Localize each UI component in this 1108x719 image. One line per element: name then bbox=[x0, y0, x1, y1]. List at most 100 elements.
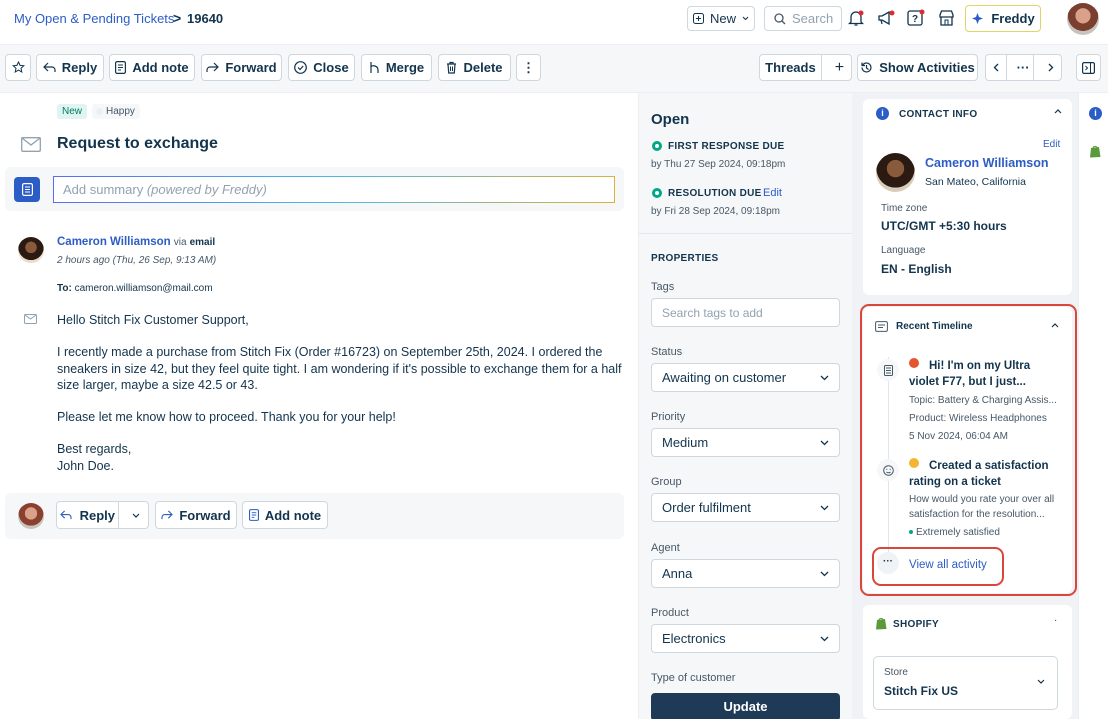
contact-name[interactable]: Cameron Williamson bbox=[925, 156, 1049, 170]
add-note-button[interactable]: Add note bbox=[109, 54, 195, 81]
reply-bar-reply-button[interactable]: Reply bbox=[57, 502, 119, 528]
message-signature: John Doe. bbox=[57, 458, 114, 473]
shopify-collapse-dot[interactable]: · bbox=[1054, 615, 1057, 626]
breadcrumb-link[interactable]: My Open & Pending Tickets bbox=[14, 11, 174, 26]
user-avatar[interactable] bbox=[1067, 3, 1099, 35]
product-select[interactable]: Electronics bbox=[651, 624, 840, 653]
status-select[interactable]: Awaiting on customer bbox=[651, 363, 840, 392]
message-closing: Best regards, bbox=[57, 442, 132, 457]
store-value: Stitch Fix US bbox=[884, 684, 959, 698]
agent-value: Anna bbox=[662, 566, 693, 581]
show-activities-button[interactable]: Show Activities bbox=[857, 54, 978, 81]
add-thread-button[interactable]: + bbox=[828, 59, 851, 77]
message-line: sneakers in size 42, but they feel quite… bbox=[57, 361, 622, 376]
reply-button[interactable]: Reply bbox=[36, 54, 104, 81]
marketplace-icon[interactable] bbox=[938, 10, 955, 26]
resolution-status-icon bbox=[652, 188, 662, 198]
chevron-down-icon bbox=[132, 513, 140, 518]
contact-location: San Mateo, California bbox=[925, 176, 1026, 188]
contact-edit-link[interactable]: Edit bbox=[1043, 139, 1060, 150]
next-ticket-button[interactable] bbox=[1040, 63, 1061, 72]
group-field-label: Group bbox=[651, 476, 682, 488]
message-time: 2 hours ago (Thu, 26 Sep, 9:13 AM) bbox=[57, 255, 217, 266]
agent-field-label: Agent bbox=[651, 542, 680, 554]
freddy-button[interactable]: Freddy bbox=[965, 5, 1041, 32]
forward-button[interactable]: Forward bbox=[201, 54, 282, 81]
ticket-nav-more-button[interactable]: ··· bbox=[1013, 55, 1035, 80]
summary-area: Add summary (powered by Freddy) bbox=[5, 167, 624, 211]
resolution-label: RESOLUTION DUE bbox=[668, 188, 762, 199]
group-select[interactable]: Order fulfilment bbox=[651, 493, 840, 522]
search-box[interactable]: Search bbox=[764, 6, 842, 31]
priority-select[interactable]: Medium bbox=[651, 428, 840, 457]
resolution-due: by Fri 28 Sep 2024, 09:18pm bbox=[651, 206, 780, 217]
tags-input[interactable]: Search tags to add bbox=[651, 298, 840, 327]
via-label: via bbox=[173, 237, 187, 248]
delete-label: Delete bbox=[463, 60, 503, 75]
history-icon bbox=[860, 61, 873, 74]
chevron-down-icon bbox=[820, 440, 829, 445]
reply-bar-reply-label: Reply bbox=[79, 507, 116, 523]
message-greeting: Hello Stitch Fix Customer Support, bbox=[57, 313, 249, 327]
megaphone-icon[interactable] bbox=[877, 10, 895, 26]
plus-square-icon bbox=[692, 13, 704, 24]
toggle-sidebar-button[interactable] bbox=[1076, 54, 1101, 81]
contact-info-rail-icon[interactable]: i bbox=[1089, 107, 1102, 120]
agent-select[interactable]: Anna bbox=[651, 559, 840, 588]
sentiment-dot-icon bbox=[96, 108, 103, 115]
type-field-label: Type of customer bbox=[651, 672, 736, 684]
ticket-subject: Request to exchange bbox=[57, 135, 218, 152]
svg-text:?: ? bbox=[912, 14, 918, 25]
shopify-rail-icon[interactable] bbox=[1089, 145, 1101, 158]
ticket-toolbar: Reply Add note Forward Close Merge Delet… bbox=[0, 45, 1108, 93]
threads-button[interactable]: Threads bbox=[760, 55, 822, 80]
previous-ticket-button[interactable] bbox=[986, 55, 1008, 80]
new-button[interactable]: New bbox=[687, 6, 755, 31]
contact-info-card: i CONTACT INFO Edit Cameron Williamson S… bbox=[863, 99, 1072, 295]
reply-split-button: Reply bbox=[56, 501, 149, 529]
contact-avatar bbox=[876, 153, 915, 192]
timezone-label: Time zone bbox=[881, 203, 928, 214]
help-icon[interactable]: ? bbox=[907, 9, 925, 27]
delete-button[interactable]: Delete bbox=[438, 54, 511, 81]
chevron-right-icon bbox=[1048, 63, 1053, 72]
view-all-highlight-frame bbox=[872, 547, 1004, 586]
message-body: Hello Stitch Fix Customer Support, I rec… bbox=[57, 312, 632, 474]
reply-bar: Reply Forward Add note bbox=[5, 493, 624, 539]
email-icon bbox=[21, 137, 41, 152]
close-label: Close bbox=[313, 60, 349, 75]
update-button[interactable]: Update bbox=[651, 693, 840, 719]
first-response-due: by Thu 27 Sep 2024, 09:18pm bbox=[651, 159, 786, 170]
freddy-icon bbox=[971, 12, 984, 25]
summary-hint: (powered by Freddy) bbox=[146, 182, 267, 197]
sidebar-collapse-icon bbox=[1082, 61, 1095, 74]
reply-bar-add-note-button[interactable]: Add note bbox=[242, 501, 328, 529]
notification-bell-icon[interactable] bbox=[848, 10, 864, 27]
product-value: Electronics bbox=[662, 631, 726, 646]
status-value: Awaiting on customer bbox=[662, 370, 787, 385]
sender-name[interactable]: Cameron Williamson bbox=[57, 236, 171, 248]
search-placeholder: Search bbox=[792, 11, 834, 26]
chevron-left-icon bbox=[993, 63, 999, 72]
ticket-status: Open bbox=[651, 111, 690, 128]
properties-heading: PROPERTIES bbox=[651, 253, 719, 264]
reply-bar-add-note-label: Add note bbox=[264, 507, 322, 523]
close-button[interactable]: Close bbox=[288, 54, 355, 81]
resolution-edit-link[interactable]: Edit bbox=[763, 187, 782, 199]
more-actions-label: ⋮ bbox=[522, 59, 535, 75]
reply-bar-forward-button[interactable]: Forward bbox=[155, 501, 237, 529]
store-select[interactable]: Store Stitch Fix US bbox=[873, 656, 1058, 710]
threads-group: Threads + bbox=[759, 54, 852, 81]
contact-heading: CONTACT INFO bbox=[899, 109, 978, 120]
note-icon bbox=[248, 509, 259, 521]
reply-options-button[interactable] bbox=[125, 513, 148, 518]
chevron-up-icon[interactable] bbox=[1054, 109, 1062, 114]
language-label: Language bbox=[881, 245, 926, 256]
more-actions-button[interactable]: ⋮ bbox=[516, 54, 541, 81]
summary-input[interactable]: Add summary (powered by Freddy) bbox=[53, 176, 615, 203]
new-label: New bbox=[709, 11, 736, 26]
merge-button[interactable]: Merge bbox=[361, 54, 432, 81]
sender-avatar bbox=[18, 237, 44, 263]
merge-icon bbox=[369, 61, 380, 74]
star-button[interactable] bbox=[5, 54, 31, 81]
